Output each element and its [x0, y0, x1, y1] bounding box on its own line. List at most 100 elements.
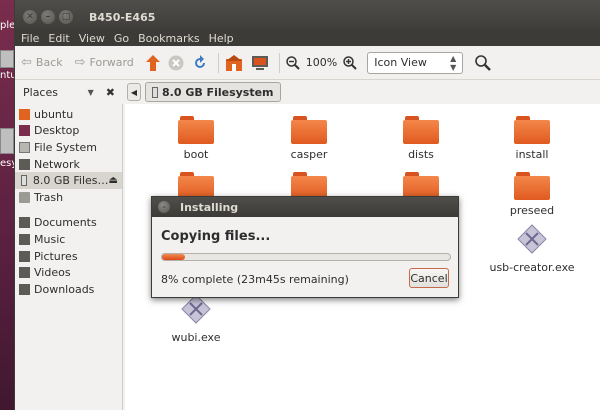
path-button-current[interactable]: 8.0 GB Filesystem	[145, 82, 281, 102]
places-label: Places	[23, 85, 58, 99]
back-button[interactable]: ⇦ Back	[21, 55, 63, 70]
toolbar: ⇦ Back ⇨ Forward 100% Icon View ▲ ▼	[15, 46, 600, 80]
sidebar-item-label: Network	[34, 157, 80, 171]
trash-icon	[19, 191, 30, 203]
sidebar-item-music[interactable]: Music	[15, 231, 122, 248]
sidebar-item-label: 8.0 GB Files…	[32, 174, 109, 188]
folder-icon	[514, 172, 550, 200]
toolbar-separator	[217, 52, 219, 73]
file-item-usb-creator[interactable]: usb-creator.exe	[477, 224, 587, 274]
dialog-heading: Copying files...	[161, 229, 271, 244]
downloads-folder-icon	[19, 283, 30, 295]
places-dropdown-icon[interactable]: ▼	[88, 88, 94, 97]
music-folder-icon	[19, 233, 30, 245]
folder-icon	[514, 116, 550, 144]
sidebar-item-documents[interactable]: Documents	[15, 215, 122, 232]
menu-bookmarks[interactable]: Bookmarks	[138, 32, 199, 45]
file-item-dists[interactable]: dists	[376, 116, 466, 161]
home-button[interactable]	[225, 54, 243, 71]
stop-button[interactable]	[168, 55, 184, 71]
toolbar-separator	[278, 52, 280, 73]
dialog-title: Installing	[180, 200, 239, 214]
search-icon	[475, 54, 492, 71]
menu-help[interactable]: Help	[209, 32, 234, 45]
select-arrows-icon: ▲ ▼	[450, 53, 457, 72]
menu-view[interactable]: View	[79, 32, 105, 45]
sidebar-item-downloads[interactable]: Downloads	[15, 281, 122, 298]
cancel-button[interactable]: Cancel	[409, 268, 449, 288]
path-label: 8.0 GB Filesystem	[162, 85, 274, 99]
sidebar-item-label: File System	[34, 140, 97, 154]
minimize-window-button[interactable]: –	[41, 10, 55, 24]
sidebar-item-usb-drive[interactable]: 8.0 GB Files… ⏏	[15, 172, 122, 189]
menu-go[interactable]: Go	[114, 32, 129, 45]
sidebar-item-videos[interactable]: Videos	[15, 264, 122, 281]
places-header: Places ▼ ✖	[15, 86, 123, 99]
zoom-out-button[interactable]	[286, 55, 300, 70]
search-button[interactable]	[475, 54, 492, 71]
sidebar-item-network[interactable]: Network	[15, 156, 122, 173]
sidebar-item-label: ubuntu	[34, 107, 74, 121]
dialog-close-icon[interactable]: –	[158, 201, 170, 213]
dialog-titlebar[interactable]: – Installing	[152, 197, 458, 217]
menu-file[interactable]: File	[21, 32, 39, 45]
desktop-icon[interactable]	[0, 50, 14, 68]
sidebar-item-label: Downloads	[34, 282, 95, 296]
file-name: install	[515, 148, 549, 161]
desktop-background: ple ntu esy	[0, 0, 14, 410]
sidebar-item-label: Desktop	[34, 124, 80, 138]
desktop-label: ple	[0, 20, 14, 31]
path-back-button[interactable]: ◀	[127, 83, 141, 101]
executable-icon	[517, 224, 547, 254]
reload-button[interactable]	[192, 54, 208, 71]
zoom-level: 100%	[305, 56, 338, 69]
close-sidebar-icon[interactable]: ✖	[106, 86, 115, 99]
view-mode-select[interactable]: Icon View ▲ ▼	[367, 51, 464, 74]
usb-drive-icon	[21, 175, 27, 187]
file-name: usb-creator.exe	[489, 261, 575, 274]
file-item-preseed[interactable]: preseed	[487, 172, 577, 217]
executable-icon	[181, 294, 211, 324]
file-name: wubi.exe	[171, 331, 221, 344]
zoom-in-button[interactable]	[343, 55, 357, 70]
file-name: casper	[290, 148, 328, 161]
file-item-boot[interactable]: boot	[151, 116, 241, 161]
sidebar-item-label: Videos	[34, 266, 71, 280]
up-button[interactable]	[145, 54, 160, 71]
sidebar-item-ubuntu[interactable]: ubuntu	[15, 106, 122, 123]
up-arrow-icon	[145, 54, 160, 71]
close-window-button[interactable]: ✕	[23, 10, 37, 24]
location-bar: Places ▼ ✖ ◀ 8.0 GB Filesystem	[15, 80, 600, 104]
file-name: preseed	[509, 204, 555, 217]
maximize-window-button[interactable]: □	[59, 10, 73, 24]
videos-folder-icon	[19, 267, 30, 279]
harddisk-icon	[19, 141, 30, 153]
back-label: Back	[35, 56, 63, 69]
window-title: B450-E465	[89, 10, 156, 24]
desktop-label: esy	[0, 158, 14, 169]
sidebar-item-desktop[interactable]: Desktop	[15, 123, 122, 140]
window-titlebar[interactable]: ✕ – □ B450-E465	[15, 0, 600, 34]
eject-icon[interactable]: ⏏	[109, 175, 118, 186]
desktop-icon[interactable]	[0, 128, 14, 154]
documents-folder-icon	[19, 217, 30, 229]
computer-button[interactable]	[251, 55, 269, 71]
file-item-wubi[interactable]: wubi.exe	[151, 294, 241, 344]
home-folder-icon	[225, 54, 242, 71]
forward-button[interactable]: ⇨ Forward	[75, 55, 134, 70]
progress-fill	[162, 254, 186, 260]
sidebar-item-label: Documents	[34, 216, 97, 230]
desktop-label: ntu	[0, 70, 14, 81]
stop-icon	[168, 55, 184, 70]
menu-edit[interactable]: Edit	[48, 32, 69, 45]
file-item-casper[interactable]: casper	[264, 116, 354, 161]
file-item-install[interactable]: install	[487, 116, 577, 161]
home-icon	[19, 108, 30, 120]
forward-arrow-icon: ⇨	[74, 55, 86, 70]
sidebar-item-trash[interactable]: Trash	[15, 189, 122, 206]
computer-icon	[251, 55, 268, 70]
sidebar-item-file-system[interactable]: File System	[15, 139, 122, 156]
forward-label: Forward	[89, 56, 134, 69]
sidebar-item-pictures[interactable]: Pictures	[15, 248, 122, 265]
network-icon	[19, 158, 30, 170]
